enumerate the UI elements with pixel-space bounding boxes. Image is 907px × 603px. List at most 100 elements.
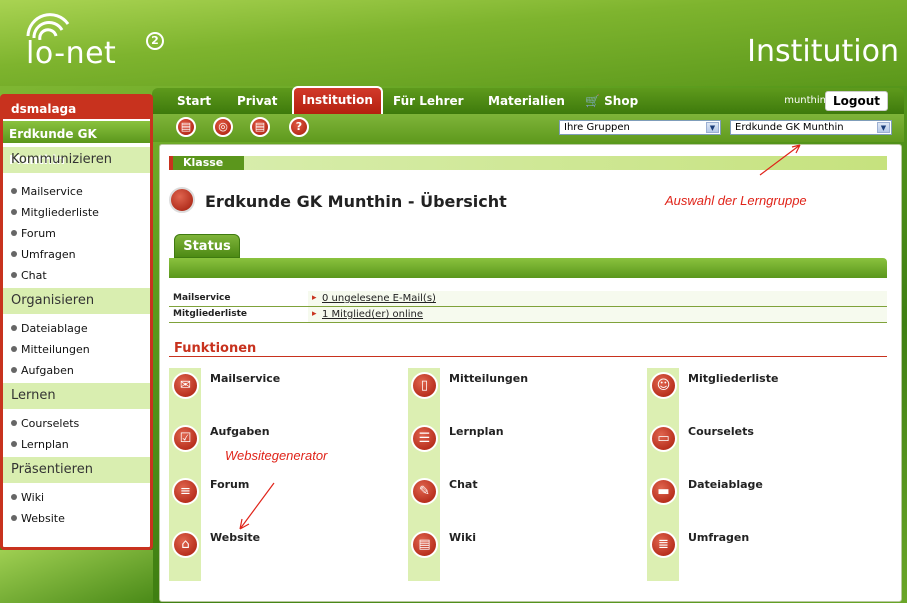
function-label: Chat — [449, 478, 478, 491]
functions-heading: Funktionen — [174, 341, 257, 356]
course-select-value: Erdkunde GK Munthin — [735, 122, 844, 133]
sidebar: dsmalaga Erdkunde GK Munthin Kommunizier… — [0, 94, 153, 550]
help-icon[interactable]: ? — [289, 117, 309, 137]
folder-icon: ▬ — [650, 478, 677, 505]
group-icon — [169, 187, 195, 213]
function-dateiablage[interactable]: ▬ Dateiablage — [647, 474, 877, 514]
tab-materialien[interactable]: Materialien — [480, 88, 573, 114]
function-mitteilungen[interactable]: ▯ Mitteilungen — [408, 368, 638, 408]
status-key: Mailservice — [173, 293, 231, 303]
annotation-group-select: Auswahl der Lerngruppe — [665, 193, 807, 208]
annotation-website: Websitegenerator — [225, 448, 328, 463]
envelope-icon: ✉ — [172, 372, 199, 399]
bullet-icon — [11, 515, 17, 521]
status-row: Mitgliederliste 1 Mitglied(er) online — [169, 307, 887, 323]
bullet-icon — [11, 420, 17, 426]
divider — [169, 356, 887, 357]
status-key: Mitgliederliste — [173, 309, 247, 319]
function-mailservice[interactable]: ✉ Mailservice — [169, 368, 399, 408]
bullet-icon — [11, 346, 17, 352]
tab-institution[interactable]: Institution — [292, 86, 383, 114]
sidebar-item-label: Lernplan — [21, 438, 69, 451]
header: lo-net 2 Institution — [0, 0, 907, 86]
sidebar-item-mitgliederliste[interactable]: Mitgliederliste — [3, 202, 150, 223]
function-label: Aufgaben — [210, 425, 270, 438]
bullet-icon — [11, 367, 17, 373]
sidebar-item-website[interactable]: Website — [3, 508, 150, 529]
sidebar-section-organisieren: Organisieren — [3, 288, 150, 314]
function-umfragen[interactable]: ≣ Umfragen — [647, 527, 877, 567]
forum-icon: ≡ — [172, 478, 199, 505]
tab-shop[interactable]: 🛒 Shop — [577, 88, 646, 114]
function-wiki[interactable]: ▤ Wiki — [408, 527, 638, 567]
tab-shop-label: Shop — [604, 94, 639, 108]
status-row: Mailservice 0 ungelesene E-Mail(s) — [169, 291, 887, 307]
chevron-down-icon: ▼ — [877, 122, 890, 133]
function-label: Umfragen — [688, 531, 750, 544]
wiki-icon: ▤ — [411, 531, 438, 558]
klasse-label: Klasse — [169, 156, 244, 170]
function-label: Dateiablage — [688, 478, 763, 491]
logo-superscript: 2 — [146, 32, 164, 50]
bullet-icon — [11, 209, 17, 215]
print-list-icon[interactable]: ▤ — [250, 117, 270, 137]
sidebar-item-courselets[interactable]: Courselets — [3, 413, 150, 434]
sidebar-item-label: Website — [21, 512, 65, 525]
logout-button[interactable]: Logout — [824, 91, 888, 111]
function-label: Mailservice — [210, 372, 281, 385]
chat-bubble-icon: ✎ — [411, 478, 438, 505]
tab-fuer-lehrer[interactable]: Für Lehrer — [385, 88, 472, 114]
function-lernplan[interactable]: ☰ Lernplan — [408, 421, 638, 461]
function-chat[interactable]: ✎ Chat — [408, 474, 638, 514]
tab-status[interactable]: Status — [174, 234, 240, 258]
lo-net-logo[interactable]: lo-net 2 — [22, 10, 164, 71]
sidebar-item-mailservice[interactable]: Mailservice — [3, 181, 150, 202]
sidebar-item-dateiablage[interactable]: Dateiablage — [3, 318, 150, 339]
sidebar-item-label: Dateiablage — [21, 322, 88, 335]
sidebar-item-forum[interactable]: Forum — [3, 223, 150, 244]
notice-icon: ▯ — [411, 372, 438, 399]
sidebar-item-chat[interactable]: Chat — [3, 265, 150, 286]
tab-privat[interactable]: Privat — [229, 88, 285, 114]
function-label: Wiki — [449, 531, 476, 544]
section-title: Institution — [747, 34, 899, 69]
bullet-icon — [11, 494, 17, 500]
annotation-arrow-icon — [239, 482, 275, 530]
sidebar-item-label: Forum — [21, 227, 56, 240]
house-icon: ⌂ — [172, 531, 199, 558]
bullet-icon — [11, 188, 17, 194]
bullet-icon — [11, 272, 17, 278]
sidebar-item-lernplan[interactable]: Lernplan — [3, 434, 150, 455]
sidebar-item-wiki[interactable]: Wiki — [3, 487, 150, 508]
page-title: Erdkunde GK Munthin - Übersicht — [205, 192, 507, 211]
checklist-icon: ☰ — [411, 425, 438, 452]
main-nav: Start Privat Institution Für Lehrer Mate… — [152, 86, 904, 114]
print-icon[interactable]: ▤ — [176, 117, 196, 137]
sidebar-item-label: Courselets — [21, 417, 80, 430]
members-icon: ☺ — [650, 372, 677, 399]
bullet-icon — [11, 441, 17, 447]
decorative-background — [0, 550, 153, 603]
tab-start[interactable]: Start — [169, 88, 219, 114]
function-forum[interactable]: ≡ Forum — [169, 474, 399, 514]
function-website[interactable]: ⌂ Website — [169, 527, 399, 567]
groups-select[interactable]: Ihre Gruppen ▼ — [559, 120, 721, 135]
sidebar-item-label: Mailservice — [21, 185, 83, 198]
sidebar-item-aufgaben[interactable]: Aufgaben — [3, 360, 150, 381]
sidebar-group[interactable]: Erdkunde GK Munthin — [3, 119, 150, 167]
sidebar-section-lernen: Lernen — [3, 383, 150, 409]
status-link-members[interactable]: 1 Mitglied(er) online — [308, 307, 887, 322]
main-panel: Klasse Erdkunde GK Munthin - Übersicht A… — [159, 144, 902, 602]
sidebar-item-mitteilungen[interactable]: Mitteilungen — [3, 339, 150, 360]
course-select[interactable]: Erdkunde GK Munthin ▼ — [730, 120, 892, 135]
refresh-icon[interactable]: ◎ — [213, 117, 233, 137]
bullet-icon — [11, 325, 17, 331]
sidebar-item-label: Umfragen — [21, 248, 76, 261]
sidebar-item-umfragen[interactable]: Umfragen — [3, 244, 150, 265]
function-courselets[interactable]: ▭ Courselets — [647, 421, 877, 461]
status-link-mail[interactable]: 0 ungelesene E-Mail(s) — [308, 291, 887, 306]
sidebar-item-label: Mitteilungen — [21, 343, 90, 356]
chevron-down-icon: ▼ — [706, 122, 719, 133]
function-mitgliederliste[interactable]: ☺ Mitgliederliste — [647, 368, 877, 408]
function-label: Mitgliederliste — [688, 372, 779, 385]
